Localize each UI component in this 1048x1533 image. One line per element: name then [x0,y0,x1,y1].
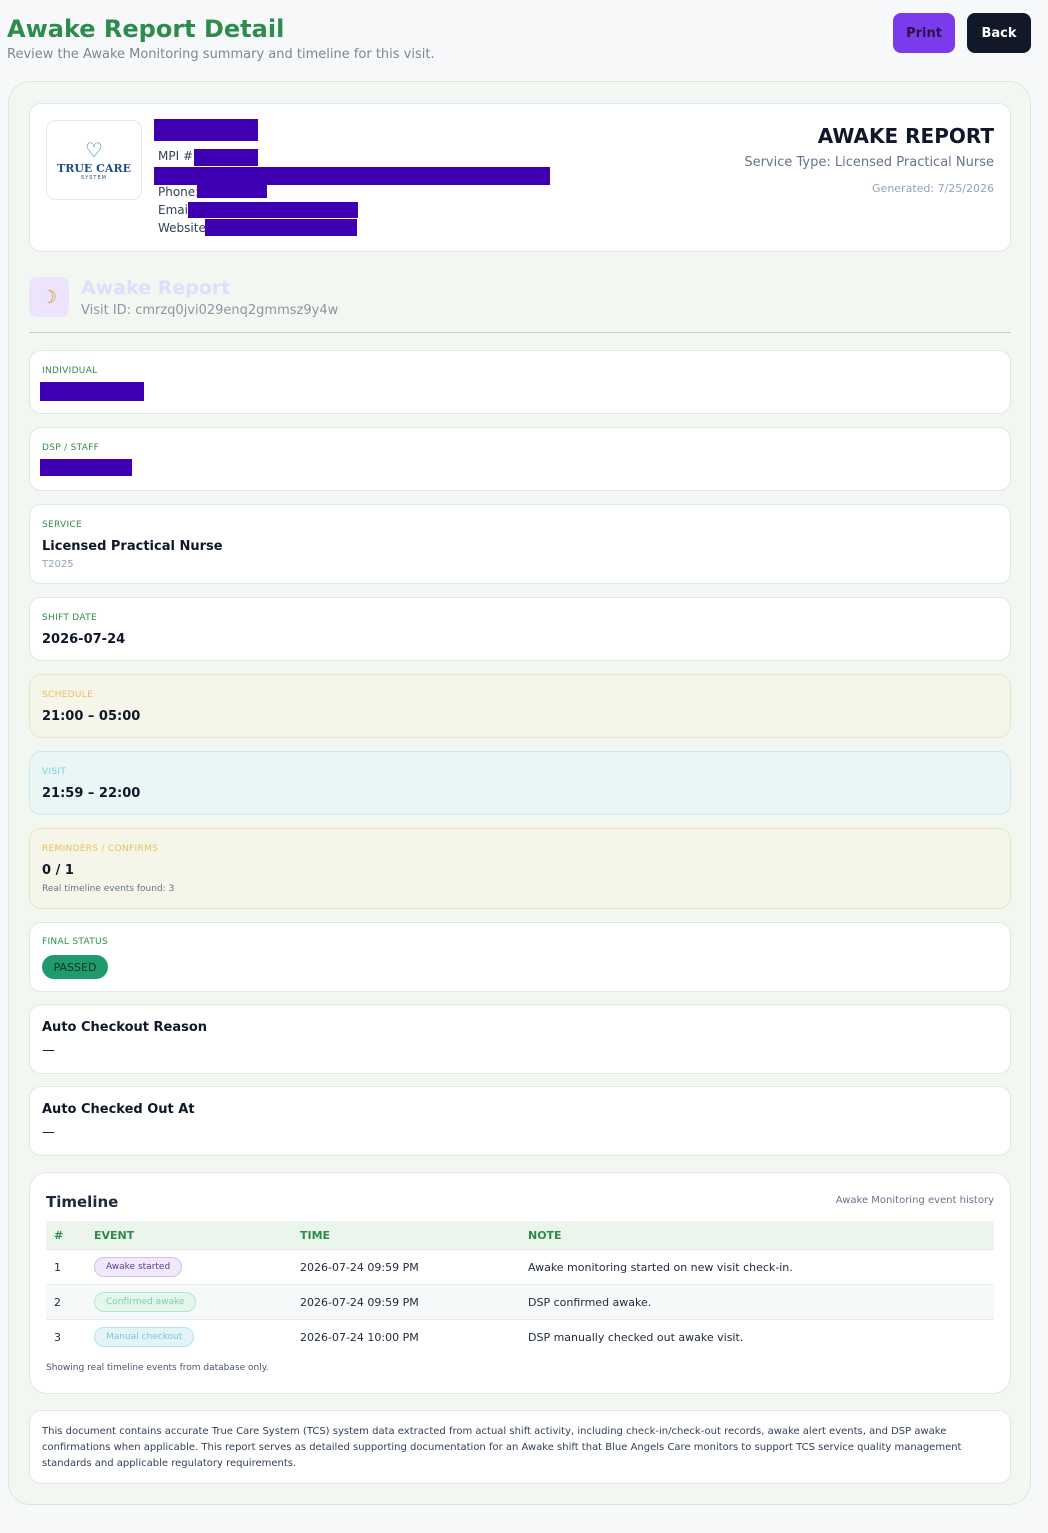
schedule-card: SCHEDULE 21:00 – 05:00 [29,674,1011,738]
redacted-individual-name [40,382,144,401]
heart-family-icon: ♡ [85,137,103,162]
agency-header-card: ♡ TRUE CARE SYSTEM MPI #: Phone: Email: … [29,103,1011,252]
row-note: DSP confirmed awake. [528,1296,652,1309]
row-time: 2026-07-24 10:00 PM [300,1331,419,1344]
auto-checkout-reason-value: — [42,1043,55,1058]
row-number: 3 [54,1331,61,1344]
staff-label: DSP / STAFF [42,443,100,453]
phone-label: Phone: [158,185,200,199]
timeline-footnote: Showing real timeline events from databa… [46,1363,269,1373]
event-badge: Manual checkout [94,1327,195,1347]
redacted-phone [197,185,267,198]
table-row: 2 Confirmed awake 2026-07-24 09:59 PM DS… [46,1284,994,1319]
staff-card: DSP / STAFF [29,427,1011,491]
reminders-label: REMINDERS / CONFIRMS [42,844,159,854]
table-row: 3 Manual checkout 2026-07-24 10:00 PM DS… [46,1319,994,1354]
divider [29,332,1011,333]
back-button[interactable]: Back [967,13,1031,53]
reminders-note: Real timeline events found: 3 [42,884,175,894]
report-title: AWAKE REPORT [817,124,994,148]
disclaimer-card: This document contains accurate True Car… [29,1410,1011,1484]
row-note: Awake monitoring started on new visit ch… [528,1261,793,1274]
reminders-value: 0 / 1 [42,863,74,878]
report-generated-date: Generated: 7/25/2026 [872,182,994,195]
table-row: 1 Awake started 2026-07-24 09:59 PM Awak… [46,1249,994,1284]
reminders-card: REMINDERS / CONFIRMS 0 / 1 Real timeline… [29,828,1011,909]
disclaimer-text: This document contains accurate True Car… [42,1426,962,1469]
redacted-address [154,167,550,185]
moon-icon: ☽ [29,277,69,317]
status-badge: PASSED [42,955,108,979]
timeline-title: Timeline [46,1193,119,1211]
report-container: ♡ TRUE CARE SYSTEM MPI #: Phone: Email: … [8,81,1031,1505]
website-label: Website: [158,221,210,235]
visit-id: Visit ID: cmrzq0jvi029enq2gmmsz9y4w [81,303,339,318]
print-button[interactable]: Print [893,13,955,53]
column-header-event: EVENT [94,1229,135,1242]
column-header-time: TIME [300,1229,331,1242]
visit-value: 21:59 – 22:00 [42,786,141,801]
column-header-number: # [54,1229,64,1242]
service-label: SERVICE [42,520,83,530]
row-time: 2026-07-24 09:59 PM [300,1261,419,1274]
row-time: 2026-07-24 09:59 PM [300,1296,419,1309]
report-service-type: Service Type: Licensed Practical Nurse [744,155,994,170]
timeline-card: Timeline Awake Monitoring event history … [29,1172,1011,1394]
auto-checked-out-at-card: Auto Checked Out At — [29,1086,1011,1156]
final-status-card: FINAL STATUS PASSED [29,922,1011,992]
event-badge: Confirmed awake [94,1292,197,1312]
shift-date-value: 2026-07-24 [42,632,126,647]
auto-checkout-reason-label: Auto Checkout Reason [42,1020,208,1035]
auto-checked-out-at-label: Auto Checked Out At [42,1102,195,1117]
service-value: Licensed Practical Nurse [42,539,223,554]
redacted-agency-name [154,119,258,141]
redacted-mpi [194,149,258,166]
row-number: 1 [54,1261,61,1274]
mpi-label: MPI #: [158,149,198,163]
auto-checked-out-at-value: — [42,1125,55,1140]
visit-label: VISIT [42,767,67,777]
redacted-website [205,219,357,236]
section-title: Awake Report [81,277,231,299]
timeline-subtitle: Awake Monitoring event history [835,1195,994,1206]
page-subtitle: Review the Awake Monitoring summary and … [7,47,435,62]
individual-card: INDIVIDUAL [29,350,1011,414]
final-status-label: FINAL STATUS [42,937,108,947]
shift-date-label: SHIFT DATE [42,613,97,623]
logo-text: TRUE CARE [57,161,131,175]
agency-logo: ♡ TRUE CARE SYSTEM [46,120,142,200]
table-header: # EVENT TIME NOTE [46,1221,994,1249]
event-badge: Awake started [94,1257,183,1277]
shift-date-card: SHIFT DATE 2026-07-24 [29,597,1011,661]
schedule-value: 21:00 – 05:00 [42,709,141,724]
service-code: T2025 [42,559,74,570]
redacted-email [188,202,358,218]
row-number: 2 [54,1296,61,1309]
individual-label: INDIVIDUAL [42,366,98,376]
service-card: SERVICE Licensed Practical Nurse T2025 [29,504,1011,584]
redacted-staff-name [40,459,132,476]
column-header-note: NOTE [528,1229,562,1242]
logo-subtext: SYSTEM [81,174,107,181]
page-title: Awake Report Detail [7,15,285,43]
auto-checkout-reason-card: Auto Checkout Reason — [29,1004,1011,1074]
top-bar: Awake Report Detail Review the Awake Mon… [0,0,1048,80]
visit-card: VISIT 21:59 – 22:00 [29,751,1011,815]
schedule-label: SCHEDULE [42,690,94,700]
row-note: DSP manually checked out awake visit. [528,1331,744,1344]
